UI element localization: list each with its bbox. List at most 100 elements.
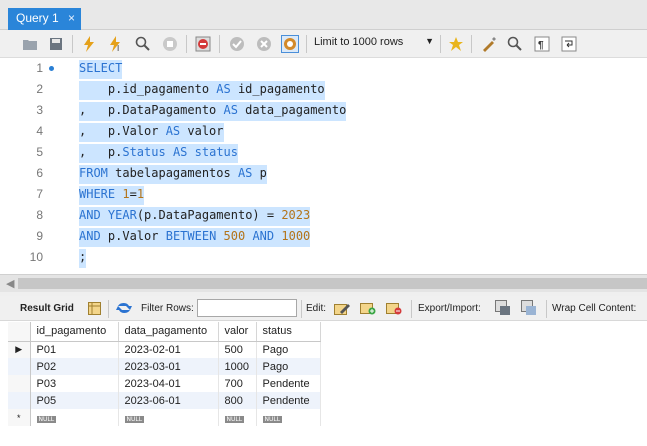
- table-cell[interactable]: P05: [30, 392, 119, 409]
- limit-rows-select[interactable]: Limit to 1000 rows ▼: [314, 36, 436, 53]
- table-row[interactable]: P03 2023-04-01 700 Pendente: [8, 375, 321, 392]
- editor-line[interactable]: 2 p.id_pagamento AS id_pagamento: [0, 79, 647, 100]
- editor-line[interactable]: 7 WHERE 1=1: [0, 184, 647, 205]
- wrap-icon[interactable]: [560, 35, 578, 53]
- edit-cell-icon[interactable]: [334, 300, 350, 316]
- editor-line[interactable]: 10;: [0, 247, 647, 268]
- sql-keyword: AND: [252, 229, 275, 243]
- sql-editor[interactable]: 1 SELECT 2 p.id_pagamento AS id_pagamento 3…: [0, 58, 647, 274]
- editor-line[interactable]: 3 , p.DataPagamento AS data_pagamento: [0, 100, 647, 121]
- sql-keyword: status: [194, 145, 238, 159]
- sql-text: , p.: [79, 145, 123, 159]
- horizontal-scrollbar[interactable]: ◀: [0, 274, 647, 292]
- column-header[interactable]: status: [256, 322, 321, 342]
- rollback-icon[interactable]: [255, 35, 273, 53]
- table-cell[interactable]: 1000: [218, 358, 257, 375]
- table-cell[interactable]: Pago: [256, 341, 321, 358]
- save-icon[interactable]: [47, 35, 65, 53]
- row-header[interactable]: [8, 392, 31, 409]
- table-cell[interactable]: 700: [218, 375, 257, 392]
- code-text: AND p.Valor BETWEEN 500 AND 1000: [79, 228, 311, 247]
- sql-text: p.Valor: [100, 229, 166, 243]
- limit-rows-label: Limit to 1000 rows: [314, 36, 404, 48]
- scrollbar-thumb[interactable]: [18, 278, 647, 289]
- table-cell[interactable]: 2023-06-01: [118, 392, 219, 409]
- editor-line[interactable]: 9 AND p.Valor BETWEEN 500 AND 1000: [0, 226, 647, 247]
- tab-query-1[interactable]: Query 1 ×: [8, 8, 81, 30]
- row-header[interactable]: [8, 375, 31, 392]
- svg-text:I: I: [117, 44, 119, 52]
- line-number: 9: [36, 229, 43, 243]
- table-cell[interactable]: Pendente: [256, 392, 321, 409]
- add-row-icon[interactable]: [360, 300, 376, 316]
- table-cell[interactable]: P02: [30, 358, 119, 375]
- code-text: AND YEAR(p.DataPagamento) = 2023: [79, 207, 311, 226]
- chevron-down-icon: ▼: [425, 36, 434, 46]
- sql-text: p.id_pagamento: [79, 82, 217, 96]
- row-header[interactable]: [8, 358, 31, 375]
- row-header[interactable]: ▶: [8, 341, 31, 358]
- open-folder-icon[interactable]: [21, 35, 39, 53]
- sql-text: ;: [79, 250, 87, 264]
- close-icon[interactable]: ×: [68, 11, 75, 25]
- column-header[interactable]: data_pagamento: [118, 322, 219, 342]
- autocommit-icon[interactable]: [281, 35, 299, 53]
- table-cell[interactable]: Pago: [256, 358, 321, 375]
- stop-icon[interactable]: [161, 35, 179, 53]
- code-text: ;: [79, 249, 87, 268]
- editor-line[interactable]: 6 FROM tabelapagamentos AS p: [0, 163, 647, 184]
- result-grid-label[interactable]: Result Grid: [20, 303, 74, 314]
- toolbar-divider: [471, 35, 472, 53]
- refresh-icon[interactable]: [116, 300, 132, 316]
- table-cell[interactable]: NULL: [256, 409, 321, 426]
- invisible-chars-icon[interactable]: ¶: [533, 35, 551, 53]
- filter-rows-input[interactable]: [197, 299, 297, 317]
- scroll-left-icon[interactable]: ◀: [6, 277, 14, 290]
- new-row[interactable]: * NULL NULL NULL NULL: [8, 409, 321, 426]
- sql-keyword: BETWEEN: [165, 229, 217, 243]
- table-cell[interactable]: NULL: [118, 409, 219, 426]
- bookmark-star-icon[interactable]: [447, 35, 465, 53]
- wrap-cell-label: Wrap Cell Content:: [552, 303, 637, 314]
- delete-row-icon[interactable]: [386, 300, 402, 316]
- code-text: FROM tabelapagamentos AS p: [79, 165, 267, 184]
- commit-icon[interactable]: [228, 35, 246, 53]
- table-row[interactable]: ▶ P01 2023-02-01 500 Pago: [8, 341, 321, 358]
- table-cell[interactable]: 2023-02-01: [118, 341, 219, 358]
- sql-number: 1: [136, 187, 145, 201]
- editor-line[interactable]: 4 , p.Valor AS valor: [0, 121, 647, 142]
- column-header[interactable]: valor: [218, 322, 257, 342]
- editor-line[interactable]: 1 SELECT: [0, 58, 647, 79]
- table-cell[interactable]: 2023-03-01: [118, 358, 219, 375]
- table-cell[interactable]: P03: [30, 375, 119, 392]
- column-header[interactable]: id_pagamento: [30, 322, 119, 342]
- result-toolbar: Result Grid Filter Rows: Edit: Export/Im…: [0, 296, 647, 321]
- sql-toolbar: I Limit to 1000 rows ▼ ¶: [0, 30, 647, 58]
- header-row: id_pagamento data_pagamento valor status: [8, 322, 321, 342]
- table-cell[interactable]: P01: [30, 341, 119, 358]
- table-cell[interactable]: 500: [218, 341, 257, 358]
- stop-on-error-icon[interactable]: [194, 35, 212, 53]
- explain-icon[interactable]: [134, 35, 152, 53]
- beautify-icon[interactable]: [480, 35, 498, 53]
- table-row[interactable]: P05 2023-06-01 800 Pendente: [8, 392, 321, 409]
- table-cell[interactable]: NULL: [30, 409, 119, 426]
- sql-text: id_pagamento: [230, 82, 325, 96]
- find-icon[interactable]: [506, 35, 524, 53]
- table-row[interactable]: P02 2023-03-01 1000 Pago: [8, 358, 321, 375]
- sql-text: tabelapagamentos: [107, 166, 238, 180]
- export-icon[interactable]: [495, 300, 511, 316]
- table-cell[interactable]: Pendente: [256, 375, 321, 392]
- table-cell[interactable]: 800: [218, 392, 257, 409]
- table-cell[interactable]: 2023-04-01: [118, 375, 219, 392]
- execute-cursor-icon[interactable]: I: [107, 35, 125, 53]
- editor-line[interactable]: 8 AND YEAR(p.DataPagamento) = 2023: [0, 205, 647, 226]
- table-cell[interactable]: NULL: [218, 409, 257, 426]
- import-icon[interactable]: [521, 300, 537, 316]
- code-text: WHERE 1=1: [79, 186, 145, 205]
- execute-icon[interactable]: [80, 35, 98, 53]
- editor-line[interactable]: 5 , p.Status AS status: [0, 142, 647, 163]
- grid-view-icon[interactable]: [86, 300, 102, 316]
- toolbar-divider: [301, 300, 302, 318]
